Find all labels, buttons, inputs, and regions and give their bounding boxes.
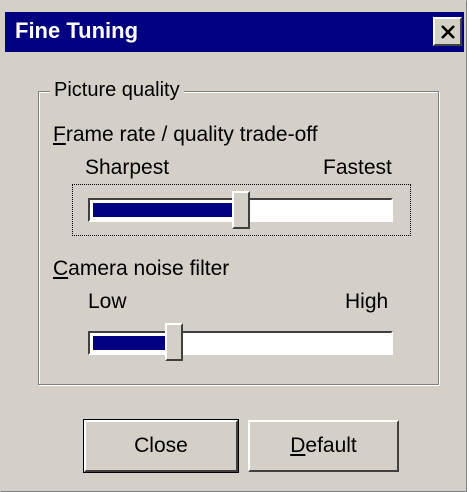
- close-button[interactable]: Close: [84, 420, 238, 472]
- noise-filter-slider-track[interactable]: [88, 331, 393, 355]
- default-button-label: Default: [290, 434, 357, 457]
- noise-filter-max-label: High: [345, 290, 389, 313]
- close-button-label: Close: [134, 434, 188, 457]
- noise-filter-label: Camera noise filter: [53, 257, 230, 280]
- close-window-button[interactable]: [433, 17, 462, 46]
- frame-rate-min-label: Sharpest: [85, 156, 170, 179]
- group-title: Picture quality: [50, 79, 184, 102]
- noise-filter-min-label: Low: [88, 290, 127, 313]
- noise-filter-slider-thumb[interactable]: [165, 323, 184, 361]
- title-bar[interactable]: Fine Tuning: [5, 12, 464, 52]
- frame-rate-label: Frame rate / quality trade-off: [53, 123, 318, 146]
- window-title: Fine Tuning: [15, 18, 139, 43]
- frame-rate-max-label: Fastest: [323, 156, 392, 179]
- frame-rate-slider-fill: [93, 203, 234, 217]
- noise-filter-slider-fill: [93, 336, 168, 350]
- default-button[interactable]: Default: [248, 420, 399, 472]
- frame-rate-slider-thumb[interactable]: [231, 191, 250, 229]
- close-icon: [440, 24, 455, 39]
- fine-tuning-dialog: Fine Tuning Picture quality Frame rate /…: [0, 0, 467, 492]
